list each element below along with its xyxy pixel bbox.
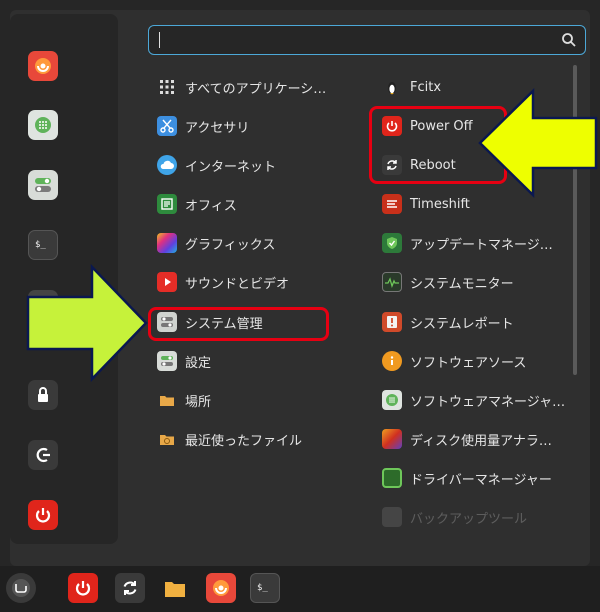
category-label: 場所 (185, 394, 212, 410)
lock-icon[interactable] (28, 380, 58, 410)
reboot-icon[interactable] (115, 573, 145, 603)
disk-icon (382, 429, 402, 449)
app-driver-manager[interactable]: ドライバーマネージャー (382, 463, 552, 493)
category-label: グラフィックス (185, 237, 276, 253)
app-disk-usage-analyzer[interactable]: ディスク使用量アナラ… (382, 424, 552, 454)
category-label: 最近使ったファイル (185, 433, 303, 449)
annotation-arrow-right (478, 88, 598, 198)
search-input[interactable] (148, 25, 586, 55)
office-icon (157, 194, 177, 214)
search-icon (562, 33, 576, 47)
app-label: ソフトウェアソース (410, 355, 527, 371)
recent-folder-icon (157, 429, 177, 449)
app-label: Timeshift (410, 196, 470, 212)
terminal-icon[interactable]: $_ (250, 573, 280, 603)
category-sound-video[interactable]: サウンドとビデオ (157, 267, 289, 297)
app-system-reports[interactable]: システムレポート (382, 307, 514, 337)
info-icon (382, 351, 402, 371)
logout-icon[interactable] (28, 440, 58, 470)
grid-icon (157, 77, 177, 97)
category-recent-files[interactable]: 最近使ったファイル (157, 424, 302, 454)
mint-menu-icon[interactable] (6, 573, 36, 603)
svg-text:$_: $_ (35, 240, 46, 250)
app-label: システムレポート (410, 316, 514, 332)
annotation-arrow-left (26, 264, 148, 382)
app-label: システムモニター (410, 276, 514, 292)
timeshift-icon (382, 194, 402, 214)
category-label: 設定 (185, 355, 212, 371)
cloud-icon (157, 155, 177, 175)
category-label: アクセサリ (185, 120, 250, 136)
category-label: インターネット (185, 159, 277, 175)
highlight-box-administration (148, 307, 329, 341)
power-icon[interactable] (28, 500, 58, 530)
app-timeshift[interactable]: Timeshift (382, 189, 470, 219)
app-label: ディスク使用量アナラ… (410, 433, 552, 449)
category-all-applications[interactable]: すべてのアプリケーシ… (157, 72, 326, 102)
folder-icon (157, 390, 177, 410)
terminal-icon[interactable]: $_ (28, 230, 58, 260)
chip-icon (382, 468, 402, 488)
category-preferences[interactable]: 設定 (157, 346, 211, 376)
category-label: オフィス (185, 198, 237, 214)
category-places[interactable]: 場所 (157, 385, 211, 415)
app-label: ドライバーマネージャー (410, 472, 552, 488)
app-software-manager[interactable]: ソフトウェアマネージャ… (382, 385, 565, 415)
firefox-icon[interactable] (206, 573, 236, 603)
category-label: サウンドとビデオ (185, 276, 290, 292)
monitor-icon (382, 272, 402, 292)
app-label: Fcitx (410, 79, 442, 95)
shield-icon (382, 233, 402, 253)
report-icon (382, 312, 402, 332)
graphics-icon (157, 233, 177, 253)
app-fcitx[interactable]: Fcitx (382, 72, 441, 102)
play-icon (157, 272, 177, 292)
category-graphics[interactable]: グラフィックス (157, 228, 275, 258)
category-label: すべてのアプリケーシ… (185, 81, 327, 97)
firefox-icon[interactable] (28, 51, 58, 81)
settings-toggle-icon (157, 351, 177, 371)
software-icon (382, 390, 402, 410)
app-label: アップデートマネージ… (410, 237, 553, 253)
text-caret (159, 32, 160, 48)
penguin-icon (382, 77, 402, 97)
category-internet[interactable]: インターネット (157, 150, 276, 180)
software-icon[interactable] (28, 110, 58, 140)
app-backup-tool[interactable]: バックアップツール (382, 502, 527, 532)
app-label: ソフトウェアマネージャ… (410, 394, 566, 410)
app-update-manager[interactable]: アップデートマネージ… (382, 228, 553, 258)
category-office[interactable]: オフィス (157, 189, 237, 219)
folder-icon[interactable] (160, 573, 190, 603)
app-label: バックアップツール (410, 511, 528, 527)
category-accessories[interactable]: アクセサリ (157, 111, 249, 141)
svg-text:$_: $_ (257, 583, 268, 593)
app-software-sources[interactable]: ソフトウェアソース (382, 346, 526, 376)
backup-icon (382, 507, 402, 527)
scissors-icon (157, 116, 177, 136)
power-icon[interactable] (68, 573, 98, 603)
settings-icon[interactable] (28, 170, 58, 200)
app-system-monitor[interactable]: システムモニター (382, 267, 514, 297)
